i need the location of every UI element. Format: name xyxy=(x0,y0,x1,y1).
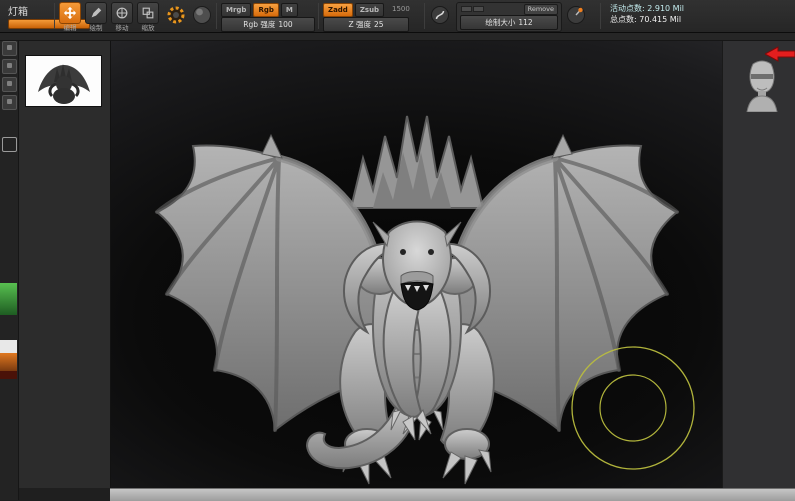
sculpt-mode-group: Zadd Zsub xyxy=(323,3,385,17)
z-intensity-value: 25 xyxy=(373,20,384,29)
rgb-intensity-label: Rgb 强度 xyxy=(243,20,276,29)
draw-size-slider[interactable]: 绘制大小 112 xyxy=(460,15,558,30)
scale-mode-button[interactable]: 缩放 xyxy=(136,1,160,32)
current-tool-thumbnail[interactable] xyxy=(25,55,102,107)
scale-mode-label: 缩放 xyxy=(141,24,155,32)
tray-tool-icon[interactable] xyxy=(2,41,17,56)
sculpt-canvas[interactable] xyxy=(110,40,723,488)
rgb-button[interactable]: Rgb xyxy=(253,3,279,17)
rgb-intensity-value: 100 xyxy=(278,20,293,29)
sphere-icon[interactable] xyxy=(192,5,212,25)
pencil-icon xyxy=(85,2,107,24)
mask-dash-icon xyxy=(473,6,484,12)
white-swatch[interactable] xyxy=(0,340,17,353)
tray-frame-icon[interactable] xyxy=(2,137,17,152)
move-mode-label: 移动 xyxy=(115,24,129,32)
rgb-intensity-slider[interactable]: Rgb 强度 100 xyxy=(221,17,315,32)
current-tool-bust-icon[interactable] xyxy=(743,58,781,112)
tray-tool-icon[interactable] xyxy=(2,95,17,110)
divider xyxy=(318,3,319,29)
edit-icon xyxy=(59,2,81,24)
mesh-stats: 活动点数: 2.910 Mil 总点数: 70.415 Mil xyxy=(610,3,780,25)
divider xyxy=(600,3,601,29)
dark-red-swatch[interactable] xyxy=(0,371,17,379)
total-points-stat: 总点数: 70.415 Mil xyxy=(610,15,682,24)
divider xyxy=(216,3,217,29)
z-intensity-slider[interactable]: Z 强度 25 xyxy=(323,17,409,32)
edit-mode-button[interactable]: 编辑 xyxy=(58,1,82,32)
mask-dash-icon xyxy=(461,6,472,12)
gear-icon[interactable] xyxy=(166,5,186,25)
focal-knob-icon[interactable] xyxy=(566,5,586,25)
shelf-shadow-bar xyxy=(0,33,795,41)
right-tray xyxy=(722,40,795,488)
tray-tool-icon[interactable] xyxy=(2,59,17,74)
left-icon-strip xyxy=(0,33,19,500)
brush-settings-panel: Remove 绘制大小 112 xyxy=(456,2,562,32)
mrgb-button[interactable]: Mrgb xyxy=(221,3,252,17)
orange-swatch[interactable] xyxy=(0,353,17,371)
scale-icon xyxy=(137,2,159,24)
draw-mode-button[interactable]: 绘制 xyxy=(84,1,108,32)
stroke-curve-icon[interactable] xyxy=(430,5,450,25)
canvas-bottom-edge xyxy=(110,488,795,501)
m-button[interactable]: M xyxy=(280,3,298,17)
zsub-button[interactable]: Zsub xyxy=(354,3,385,17)
divider xyxy=(54,3,55,29)
tray-tool-icon[interactable] xyxy=(2,77,17,92)
top-shelf: 灯箱 编辑 绘制 移动 缩放 Mrgb Rgb M Rgb 强度 100 Zad… xyxy=(0,0,795,33)
edit-mode-label: 编辑 xyxy=(63,24,77,32)
zadd-button[interactable]: Zadd xyxy=(323,3,353,17)
remove-button[interactable]: Remove xyxy=(523,4,558,15)
thumbnail-dragon-image xyxy=(38,64,90,104)
lightbox-button[interactable]: 灯箱 xyxy=(8,3,28,18)
brush-cursor xyxy=(571,346,695,470)
draw-size-value: 112 xyxy=(518,18,533,27)
active-points-stat: 活动点数: 2.910 Mil xyxy=(610,4,685,13)
move-gyro-icon xyxy=(111,2,133,24)
draw-size-label: 绘制大小 xyxy=(485,18,516,27)
draw-mode-label: 绘制 xyxy=(89,24,103,32)
left-tray xyxy=(19,40,110,488)
divider xyxy=(424,3,425,29)
paint-mode-group: Mrgb Rgb M xyxy=(221,3,298,17)
z-limit-value: 1500 xyxy=(392,5,410,13)
z-intensity-label: Z 强度 xyxy=(348,20,371,29)
green-swatch[interactable] xyxy=(0,283,17,315)
move-mode-button[interactable]: 移动 xyxy=(110,1,134,32)
